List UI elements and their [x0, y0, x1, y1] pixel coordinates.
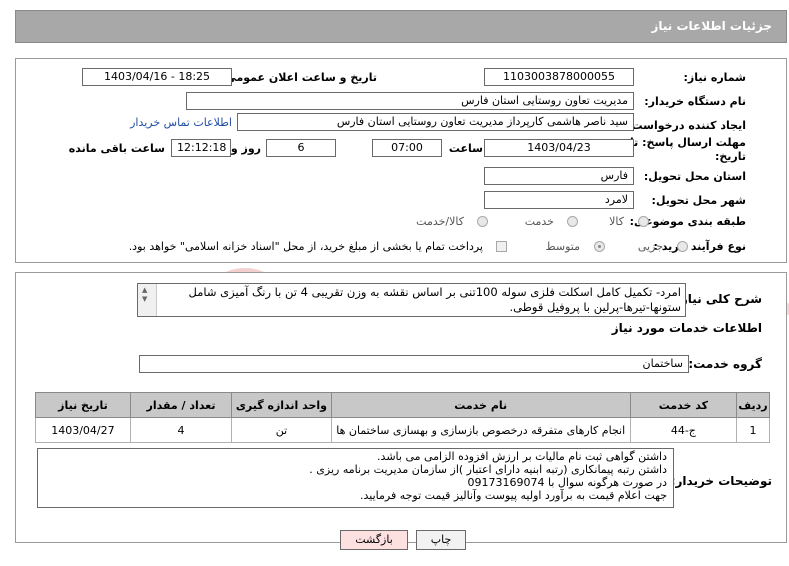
- treasury-payment-checkbox[interactable]: [496, 241, 507, 252]
- summary-textarea[interactable]: ▲ ▼ امرد- تکمیل کامل اسکلت فلزی سوله 100…: [137, 283, 686, 317]
- buyer-org-field[interactable]: مدیریت تعاون روستایی استان فارس: [186, 92, 634, 110]
- buyer-notes-line: داشتن رتبه پیمانکاری (رتبه ابنیه دارای ا…: [309, 463, 667, 476]
- row-need-date: 1403/04/27: [35, 417, 131, 443]
- scroll-up-icon[interactable]: ▲: [142, 286, 147, 294]
- summary-label: شرح کلی نیاز:: [676, 292, 762, 306]
- service-group-field[interactable]: ساختمان: [139, 355, 689, 373]
- purchase-type-medium-label: متوسط: [545, 240, 580, 253]
- purchase-type-minor-label: جزیی: [637, 240, 663, 253]
- category-service-radio[interactable]: [567, 216, 578, 227]
- remaining-time-label: ساعت باقی مانده: [68, 142, 165, 155]
- buyer-org-label: نام دستگاه خریدار:: [644, 95, 746, 108]
- need-number-label: شماره نیاز:: [683, 71, 746, 84]
- category-goods-label: کالا: [609, 215, 624, 228]
- announce-date-field[interactable]: 1403/04/16 - 18:25: [82, 68, 232, 86]
- col-need-date: تاریخ نیاز: [35, 392, 131, 418]
- remaining-days-field[interactable]: 6: [266, 139, 336, 157]
- back-button[interactable]: بازگشت: [340, 530, 408, 550]
- days-label: روز و: [230, 142, 261, 155]
- row-service-name: انجام کارهای متفرقه درخصوص بازسازی و بهس…: [330, 417, 631, 443]
- need-info-panel: [15, 58, 787, 263]
- province-field[interactable]: فارس: [484, 167, 634, 185]
- col-unit: واحد اندازه گیری: [231, 392, 332, 418]
- print-button[interactable]: چاپ: [416, 530, 466, 550]
- table-row: 1403/04/27 4 تن انجام کارهای متفرقه درخص…: [35, 417, 771, 443]
- announce-date-label: تاریخ و ساعت اعلان عمومی:: [220, 71, 377, 84]
- deadline-date-label: تاریخ:: [714, 150, 746, 163]
- city-field[interactable]: لامرد: [484, 191, 634, 209]
- col-service-name: نام خدمت: [330, 392, 631, 418]
- page-header: جزئیات اطلاعات نیاز: [15, 10, 787, 43]
- summary-scrollbar[interactable]: ▲ ▼: [138, 284, 157, 316]
- city-label: شهر محل تحویل:: [651, 194, 746, 207]
- row-service-code: ج-44: [629, 417, 737, 443]
- category-goods-service-radio[interactable]: [477, 216, 488, 227]
- summary-text: امرد- تکمیل کامل اسکلت فلزی سوله 100تنی …: [188, 285, 681, 314]
- col-service-code: کد خدمت: [629, 392, 737, 418]
- category-service-label: خدمت: [524, 215, 554, 228]
- buyer-notes-box[interactable]: داشتن گواهی ثبت نام مالیات بر ارزش افزود…: [37, 448, 674, 508]
- remaining-time-field[interactable]: 12:12:18: [171, 139, 231, 157]
- buyer-notes-line: جهت اعلام قیمت به برآورد اولیه پیوست وآن…: [360, 489, 667, 502]
- services-section-title: اطلاعات خدمات مورد نیاز: [611, 321, 762, 335]
- scroll-down-icon[interactable]: ▼: [142, 295, 147, 303]
- buyer-contact-link[interactable]: اطلاعات تماس خریدار: [130, 116, 232, 129]
- service-group-label: گروه خدمت:: [688, 357, 762, 371]
- row-unit: تن: [231, 417, 332, 443]
- province-label: استان محل تحویل:: [643, 170, 746, 183]
- row-quantity: 4: [129, 417, 233, 443]
- creator-field[interactable]: سید ناصر هاشمی کارپرداز مدیریت تعاون روس…: [237, 113, 634, 131]
- need-number-field[interactable]: 1103003878000055: [484, 68, 634, 86]
- purchase-type-medium-radio[interactable]: [594, 241, 605, 252]
- col-quantity: تعداد / مقدار: [129, 392, 233, 418]
- purchase-type-minor-radio[interactable]: [677, 241, 688, 252]
- deadline-label: مهلت ارسال پاسخ: تا: [630, 136, 746, 149]
- buyer-notes-line: در صورت هرگونه سوال با 09173169074: [467, 476, 667, 489]
- creator-label: ایجاد کننده درخواست:: [627, 119, 746, 132]
- purchase-type-label: نوع فرآیند خرید :: [653, 240, 746, 253]
- row-index: 1: [735, 417, 771, 443]
- services-table: تاریخ نیاز تعداد / مقدار واحد اندازه گیر…: [35, 392, 771, 443]
- deadline-time-field[interactable]: 07:00: [372, 139, 442, 157]
- col-row-index: ردیف: [735, 392, 771, 418]
- category-goods-service-label: کالا/خدمت: [416, 215, 464, 228]
- deadline-date-field[interactable]: 1403/04/23: [484, 139, 634, 157]
- buyer-notes-label: توضیحات خریدار:: [670, 474, 772, 488]
- deadline-time-label: ساعت: [448, 142, 483, 155]
- category-goods-radio[interactable]: [638, 216, 649, 227]
- buyer-notes-line: داشتن گواهی ثبت نام مالیات بر ارزش افزود…: [377, 450, 667, 463]
- page-title: جزئیات اطلاعات نیاز: [651, 19, 772, 33]
- services-table-header: تاریخ نیاز تعداد / مقدار واحد اندازه گیر…: [35, 392, 771, 418]
- treasury-payment-note: پرداخت تمام یا بخشی از مبلغ خرید، از محل…: [128, 240, 483, 253]
